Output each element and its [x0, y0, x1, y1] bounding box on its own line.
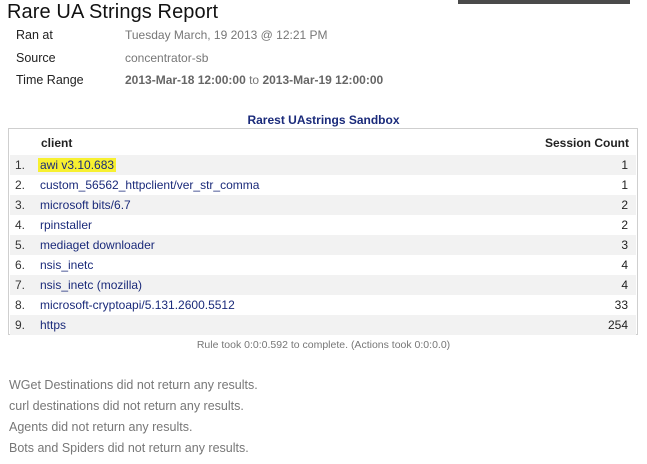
table-row: 3. microsoft bits/6.7 2 [10, 195, 636, 215]
no-results-message: Bots and Spiders did not return any resu… [9, 441, 249, 455]
meta-row-source: Source concentrator-sb [0, 51, 647, 73]
no-results-message: curl destinations did not return any res… [9, 399, 244, 413]
table-row: 2. custom_56562_httpclient/ver_str_comma 1 [10, 175, 636, 195]
client-link[interactable]: custom_56562_httpclient/ver_str_comma [40, 178, 259, 192]
client-link[interactable]: rpinstaller [40, 218, 92, 232]
no-results-message: Agents did not return any results. [9, 420, 193, 434]
row-index: 7. [15, 278, 26, 292]
client-link[interactable]: mediaget downloader [40, 238, 155, 252]
row-index: 2. [15, 178, 26, 192]
table-row: 8. microsoft-cryptoapi/5.131.2600.5512 33 [10, 295, 636, 315]
ran-at-label: Ran at [16, 28, 53, 42]
table-row: 5. mediaget downloader 3 [10, 235, 636, 255]
client-link[interactable]: microsoft-cryptoapi/5.131.2600.5512 [40, 298, 235, 312]
session-count: 3 [621, 238, 628, 252]
client-link[interactable]: awi v3.10.683 [38, 158, 117, 172]
session-count: 2 [621, 218, 628, 232]
time-range-label: Time Range [16, 73, 84, 87]
client-link[interactable]: https [40, 318, 66, 332]
meta-row-ran-at: Ran at Tuesday March, 19 2013 @ 12:21 PM [0, 28, 647, 50]
session-count: 4 [621, 278, 628, 292]
table-row: 7. nsis_inetc (mozilla) 4 [10, 275, 636, 295]
table-row: 1. awi v3.10.683 1 [10, 155, 636, 175]
row-index: 4. [15, 218, 26, 232]
ran-at-value: Tuesday March, 19 2013 @ 12:21 PM [125, 28, 328, 42]
session-count: 2 [621, 198, 628, 212]
row-index: 3. [15, 198, 26, 212]
time-range-value: 2013-Mar-18 12:00:00 to 2013-Mar-19 12:0… [125, 73, 383, 87]
time-range-end: 2013-Mar-19 12:00:00 [262, 73, 384, 87]
meta-row-time-range: Time Range 2013-Mar-18 12:00:00 to 2013-… [0, 73, 647, 95]
row-index: 5. [15, 238, 26, 252]
client-link[interactable]: microsoft bits/6.7 [40, 198, 131, 212]
session-count: 1 [621, 158, 628, 172]
report-title: Rare UA Strings Report [7, 1, 219, 23]
window-toolbar-edge [458, 0, 630, 4]
source-label: Source [16, 51, 56, 65]
row-index: 8. [15, 298, 26, 312]
client-link[interactable]: nsis_inetc (mozilla) [40, 278, 142, 292]
column-header-session-count: Session Count [544, 136, 629, 150]
table-row: 9. https 254 [10, 315, 636, 335]
row-index: 6. [15, 258, 26, 272]
session-count: 254 [607, 318, 628, 332]
rule-timing-note: Rule took 0:0:0.592 to complete. (Action… [196, 339, 451, 351]
section-title: Rarest UAstrings Sandbox [247, 113, 400, 127]
column-header-client: client [41, 136, 73, 150]
results-table: client Session Count 1. awi v3.10.683 1 2. c… [8, 128, 638, 335]
row-index: 1. [15, 158, 26, 172]
session-count: 1 [621, 178, 628, 192]
table-row: 4. rpinstaller 2 [10, 215, 636, 235]
time-range-start: 2013-Mar-18 12:00:00 [125, 73, 246, 87]
row-index: 9. [15, 318, 26, 332]
session-count: 33 [614, 298, 628, 312]
session-count: 4 [621, 258, 628, 272]
table-row: 6. nsis_inetc 4 [10, 255, 636, 275]
source-value: concentrator-sb [125, 51, 209, 65]
no-results-message: WGet Destinations did not return any res… [9, 378, 258, 392]
table-header: client Session Count [9, 129, 637, 155]
time-range-to: to [249, 73, 260, 87]
client-link[interactable]: nsis_inetc [40, 258, 93, 272]
